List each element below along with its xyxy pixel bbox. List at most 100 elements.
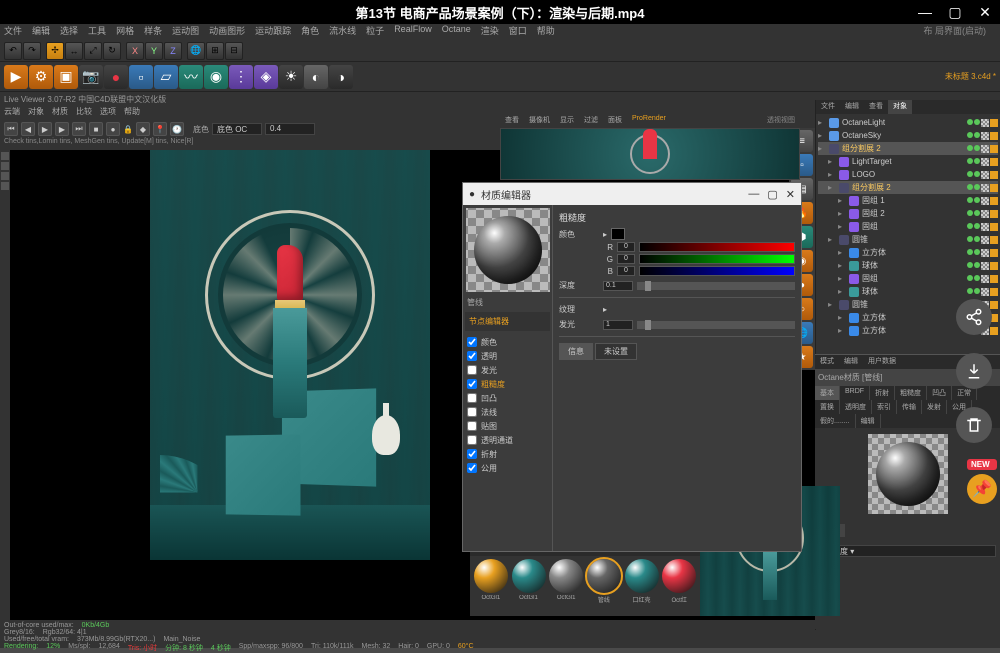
attr-mode[interactable]: 模式 xyxy=(815,355,839,369)
submenu-cloud[interactable]: 云端 xyxy=(4,106,20,120)
emission-input[interactable]: 1 xyxy=(603,320,633,330)
mini-tab-panel[interactable]: 面板 xyxy=(603,114,627,128)
obj-row-1[interactable]: ▸OctaneSky xyxy=(818,129,998,142)
mini-tab-view[interactable]: 查看 xyxy=(500,114,524,128)
mat-minimize-button[interactable]: — xyxy=(748,188,759,201)
render-region-button[interactable]: ▣ xyxy=(54,65,78,89)
obj-row-7[interactable]: ▸固组 2 xyxy=(818,207,998,220)
side-tool-3[interactable] xyxy=(1,172,9,180)
shelf-material-1[interactable]: OctGl1 xyxy=(511,559,547,604)
render-button[interactable]: ▶ xyxy=(4,65,28,89)
attr-preview[interactable] xyxy=(868,434,948,514)
key-button[interactable]: ◆ xyxy=(136,122,150,136)
shelf-material-3[interactable]: 管线 xyxy=(586,559,622,604)
attr-tab-1[interactable]: BRDF xyxy=(840,386,870,400)
menu-mesh[interactable]: 网格 xyxy=(116,24,134,40)
material-editor-titlebar[interactable]: ● 材质编辑器 — ▢ ✕ xyxy=(463,183,801,205)
mat-attr-6[interactable]: 贴图 xyxy=(467,419,548,433)
b-value-input[interactable]: 0 xyxy=(617,266,635,276)
menu-edit[interactable]: 编辑 xyxy=(32,24,50,40)
g-value-input[interactable]: 0 xyxy=(617,254,635,264)
mat-attr-checkbox-5[interactable] xyxy=(467,407,477,417)
mat-attr-4[interactable]: 凹凸 xyxy=(467,391,548,405)
attr-userdata[interactable]: 用户数据 xyxy=(863,355,901,369)
obj-row-13[interactable]: ▸球体 xyxy=(818,285,998,298)
color-space-dropdown[interactable]: 底色 OC xyxy=(212,123,262,135)
menu-realflow[interactable]: RealFlow xyxy=(394,24,432,40)
side-tool-1[interactable] xyxy=(1,152,9,160)
marker-button[interactable]: 📍 xyxy=(153,122,167,136)
attr-tab-9[interactable]: 传输 xyxy=(897,400,922,414)
submenu-help[interactable]: 帮助 xyxy=(124,106,140,120)
mini-tab-filter[interactable]: 过滤 xyxy=(579,114,603,128)
mat-attr-0[interactable]: 颜色 xyxy=(467,335,548,349)
layout-dropdown[interactable]: 布 局界面(启动) xyxy=(924,24,987,40)
menu-tools[interactable]: 工具 xyxy=(88,24,106,40)
maximize-button[interactable]: ▢ xyxy=(940,0,970,24)
mat-maximize-button[interactable]: ▢ xyxy=(767,188,777,201)
color-swatch[interactable] xyxy=(611,228,625,240)
record-button[interactable]: ● xyxy=(104,65,128,89)
obj-row-3[interactable]: ▸LightTarget xyxy=(818,155,998,168)
menu-particles[interactable]: 粒子 xyxy=(366,24,384,40)
next-frame-button[interactable]: ▶ xyxy=(55,122,69,136)
scene-tool[interactable]: ◐ xyxy=(304,65,328,89)
attr-tab-0[interactable]: 基本 xyxy=(815,386,840,400)
mini-tab-camera[interactable]: 摄像机 xyxy=(524,114,555,128)
unset-tab[interactable]: 未设置 xyxy=(595,343,637,360)
menu-character[interactable]: 角色 xyxy=(301,24,319,40)
menu-spline[interactable]: 样条 xyxy=(144,24,162,40)
first-frame-button[interactable]: ⏮ xyxy=(4,122,18,136)
r-value-input[interactable]: 0 xyxy=(617,242,635,252)
menu-file[interactable]: 文件 xyxy=(4,24,22,40)
submenu-material[interactable]: 材质 xyxy=(52,106,68,120)
menu-mograph[interactable]: 运动图 xyxy=(172,24,199,40)
mat-attr-2[interactable]: 发光 xyxy=(467,363,548,377)
obj-row-6[interactable]: ▸固组 1 xyxy=(818,194,998,207)
submenu-object[interactable]: 对象 xyxy=(28,106,44,120)
array-tool[interactable]: ⋮ xyxy=(229,65,253,89)
depth-slider[interactable] xyxy=(637,282,795,290)
delete-button[interactable] xyxy=(956,407,992,443)
attr-tab-13[interactable]: 编辑 xyxy=(856,414,881,428)
camera-button[interactable]: 📷 xyxy=(79,65,103,89)
mini-tab-display[interactable]: 显示 xyxy=(555,114,579,128)
undo-button[interactable]: ↶ xyxy=(4,42,22,60)
mat-close-button[interactable]: ✕ xyxy=(786,188,795,201)
scale-tool[interactable]: ⤢ xyxy=(84,42,102,60)
node-editor-link[interactable]: 节点编辑器 xyxy=(465,312,550,331)
axis-z-button[interactable]: Z xyxy=(164,42,182,60)
render-settings-button[interactable]: ⚙ xyxy=(29,65,53,89)
axis-x-button[interactable]: X xyxy=(126,42,144,60)
pin-button[interactable]: 📌 xyxy=(967,474,997,504)
obj-row-12[interactable]: ▸固组 xyxy=(818,272,998,285)
select-tool[interactable]: ✢ xyxy=(46,42,64,60)
obj-tab-view[interactable]: 查看 xyxy=(864,100,888,114)
attr-tab-8[interactable]: 索引 xyxy=(872,400,897,414)
mat-attr-checkbox-7[interactable] xyxy=(467,435,477,445)
rotate-tool[interactable]: ↻ xyxy=(103,42,121,60)
spline-tool[interactable]: 〰 xyxy=(179,65,203,89)
attr-shader-dropdown[interactable]: 光泽度 ▾ xyxy=(819,545,996,557)
side-tool-2[interactable] xyxy=(1,162,9,170)
light-tool[interactable]: ☀ xyxy=(279,65,303,89)
mat-attr-checkbox-6[interactable] xyxy=(467,421,477,431)
prev-frame-button[interactable]: ◀ xyxy=(21,122,35,136)
menu-help[interactable]: 帮助 xyxy=(537,24,555,40)
environment-tool[interactable]: ◑ xyxy=(329,65,353,89)
move-tool[interactable]: ↔ xyxy=(65,42,83,60)
obj-row-0[interactable]: ▸OctaneLight xyxy=(818,116,998,129)
obj-row-9[interactable]: ▸圆锥 xyxy=(818,233,998,246)
axis-y-button[interactable]: Y xyxy=(145,42,163,60)
clock-button[interactable]: 🕐 xyxy=(170,122,184,136)
menu-tracking[interactable]: 运动跟踪 xyxy=(255,24,291,40)
emission-slider[interactable] xyxy=(637,321,795,329)
snap-button[interactable]: ⊟ xyxy=(225,42,243,60)
shelf-material-5[interactable]: Oct红 xyxy=(661,559,697,604)
menu-animation[interactable]: 动画图形 xyxy=(209,24,245,40)
play-button[interactable]: ▶ xyxy=(38,122,52,136)
share-button[interactable] xyxy=(956,299,992,335)
mat-attr-checkbox-3[interactable] xyxy=(467,379,477,389)
mat-attr-checkbox-2[interactable] xyxy=(467,365,477,375)
exposure-dropdown[interactable]: 0.4 xyxy=(265,123,315,135)
